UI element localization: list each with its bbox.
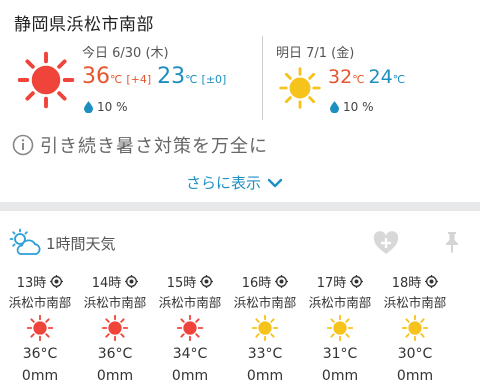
hour-temp: 33°C <box>247 346 283 362</box>
target-icon <box>200 275 214 288</box>
weather-notice[interactable]: 引き続き暑さ対策を万全に <box>12 132 268 158</box>
location-title: 静岡県浜松市南部 <box>14 15 154 35</box>
show-more-button[interactable]: さらに表示 <box>186 172 283 193</box>
chevron-down-icon <box>267 178 283 187</box>
sun-icon <box>401 314 429 342</box>
today-temps: 36℃ [+4] 23℃ [±0] <box>82 64 232 89</box>
hour-place: 浜松市南部 <box>233 295 297 310</box>
hourly-item[interactable]: 17時 浜松市南部 31°C 0mm <box>302 270 378 392</box>
today-forecast[interactable]: 今日 6/30 (木) 36℃ [+4] 23℃ [±0] 10 % <box>14 38 260 122</box>
hourly-item[interactable]: 16時 浜松市南部 33°C 0mm <box>227 270 303 392</box>
hour-time: 14時 <box>91 276 122 291</box>
hour-place: 浜松市南部 <box>383 295 447 310</box>
hour-temp: 34°C <box>172 346 208 362</box>
info-icon <box>12 134 34 156</box>
sun-icon <box>176 314 204 342</box>
today-low: 23 <box>157 64 186 89</box>
hour-temp: 36°C <box>97 346 133 362</box>
hour-temp: 36°C <box>22 346 58 362</box>
hour-rain: 0mm <box>21 368 59 384</box>
hour-temp: 30°C <box>397 346 433 362</box>
hour-temp: 31°C <box>322 346 358 362</box>
hour-rain: 0mm <box>321 368 359 384</box>
target-icon <box>425 275 439 288</box>
tomorrow-low: 24 <box>368 66 393 88</box>
hour-rain: 0mm <box>396 368 434 384</box>
target-icon <box>275 275 289 288</box>
hour-time: 18時 <box>391 276 422 291</box>
tomorrow-rain: 10 % <box>330 100 374 114</box>
sun-icon <box>26 314 54 342</box>
tomorrow-high-unit: ℃ <box>352 73 365 86</box>
today-rain-value: 10 % <box>97 100 128 114</box>
hour-time: 13時 <box>16 276 47 291</box>
hourly-item[interactable]: 14時 浜松市南部 36°C 0mm <box>77 270 153 392</box>
target-icon <box>350 275 364 288</box>
notice-text: 引き続き暑さ対策を万全に <box>40 136 268 157</box>
today-rain: 10 % <box>84 100 128 114</box>
hour-place: 浜松市南部 <box>83 295 147 310</box>
tomorrow-low-unit: ℃ <box>392 73 406 86</box>
today-high: 36 <box>82 64 110 89</box>
show-more-label: さらに表示 <box>186 174 262 192</box>
hour-time: 17時 <box>316 276 347 291</box>
hour-place: 浜松市南部 <box>158 295 222 310</box>
sun-icon <box>326 314 354 342</box>
raindrop-icon <box>330 101 339 113</box>
hour-place: 浜松市南部 <box>8 295 72 310</box>
hourly-item[interactable]: 15時 浜松市南部 34°C 0mm <box>152 270 228 392</box>
today-date: 今日 6/30 (木) <box>82 46 169 61</box>
sun-icon <box>16 50 76 110</box>
today-high-unit: ℃ <box>110 73 123 86</box>
sun-icon <box>278 66 322 110</box>
hourly-item[interactable]: 13時 浜松市南部 36°C 0mm <box>2 270 78 392</box>
tomorrow-high: 32 <box>328 66 353 88</box>
tomorrow-forecast[interactable]: 明日 7/1 (金) 32℃ 24℃ 10 % <box>276 38 476 122</box>
partly-cloudy-icon <box>9 228 41 255</box>
tomorrow-rain-value: 10 % <box>343 100 374 114</box>
hour-time: 15時 <box>166 276 197 291</box>
target-icon <box>50 275 64 288</box>
tomorrow-date: 明日 7/1 (金) <box>276 46 355 61</box>
hour-rain: 0mm <box>171 368 209 384</box>
hour-rain: 0mm <box>96 368 134 384</box>
tomorrow-temps: 32℃ 24℃ <box>328 66 409 88</box>
hour-time: 16時 <box>241 276 272 291</box>
hour-place: 浜松市南部 <box>308 295 372 310</box>
today-high-diff: [+4] <box>126 73 152 86</box>
sun-icon <box>251 314 279 342</box>
today-low-unit: ℃ <box>185 73 198 86</box>
hour-rain: 0mm <box>246 368 284 384</box>
raindrop-icon <box>84 101 93 113</box>
hourly-list: 13時 浜松市南部 36°C 0mm 14時 浜松市南部 36°C 0mm 15… <box>0 270 480 392</box>
daily-forecast-card: 静岡県浜松市南部 今日 6/30 (木) 36℃ [+4] 23℃ [±0] 10 %… <box>0 0 480 202</box>
heart-plus-icon[interactable] <box>372 230 400 256</box>
hourly-item[interactable]: 18時 浜松市南部 30°C 0mm <box>377 270 453 392</box>
sun-icon <box>101 314 129 342</box>
divider <box>262 36 263 120</box>
hourly-title: 1時間天気 <box>46 235 116 253</box>
pin-icon[interactable] <box>442 231 462 253</box>
today-low-diff: [±0] <box>201 73 227 86</box>
target-icon <box>125 275 139 288</box>
